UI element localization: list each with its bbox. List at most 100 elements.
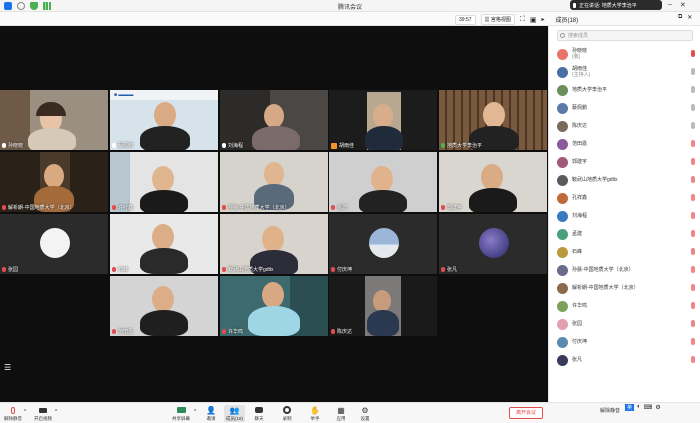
tray-icon[interactable]: ⌨ (644, 404, 653, 411)
mic-muted-icon[interactable] (691, 194, 695, 201)
chat-icon (255, 407, 263, 413)
mic-icon (441, 143, 445, 148)
share-screen-button[interactable]: 共享屏幕 (172, 405, 190, 422)
video-tile[interactable]: 刘海程 (220, 90, 328, 150)
participant-row[interactable]: 孔祥鑫 (549, 189, 700, 207)
video-tile[interactable]: ■ ▬▬▬ 蔡佩鹏 (110, 90, 218, 150)
chat-button[interactable]: 聊天 (254, 405, 264, 422)
record-button[interactable]: 录制 (282, 405, 292, 422)
tray-icon[interactable]: ⚙ (655, 404, 660, 411)
participant-row[interactable]: 石峰 (549, 243, 700, 261)
mic-muted-icon[interactable] (691, 284, 695, 291)
panel-close-icon[interactable]: ✕ (687, 14, 692, 21)
invite-icon: 👤 (206, 405, 216, 415)
mic-muted-icon[interactable] (691, 176, 695, 183)
mic-icon[interactable] (691, 104, 695, 111)
chevron-up-icon[interactable]: ^ (24, 409, 26, 415)
video-tile[interactable]: 解析朗-中国地质大学（北京） (0, 152, 108, 212)
mic-muted-icon (112, 329, 116, 334)
mic-icon[interactable] (691, 68, 695, 75)
mic-muted-icon[interactable] (691, 266, 695, 273)
mic-muted-icon[interactable] (691, 212, 695, 219)
participant-row[interactable]: 胡雨佳 (主持人) (549, 63, 700, 81)
invite-button[interactable]: 👤 邀请 (206, 405, 216, 422)
avatar (557, 66, 568, 78)
mic-muted-icon[interactable] (691, 356, 695, 363)
participant-row[interactable]: 许华鸣 (549, 297, 700, 315)
fullscreen-icon[interactable]: ⛶ (520, 16, 525, 24)
avatar (40, 228, 70, 258)
search-icon (560, 33, 565, 38)
search-input[interactable]: 搜索成员 (557, 30, 693, 41)
video-tile[interactable]: 孟建 (329, 152, 437, 212)
mic-muted-icon[interactable] (691, 248, 695, 255)
participant-row[interactable]: 孙晓晓 (我) (549, 45, 700, 63)
members-button[interactable]: 👥 成员(18) (224, 405, 246, 422)
participant-row[interactable]: 孙晨-中国地质大学（北京） (549, 261, 700, 279)
mic-muted-icon (2, 205, 6, 210)
tray-icon[interactable]: ◐ (637, 404, 641, 411)
participant-row[interactable]: 范田嘉 (549, 135, 700, 153)
mic-muted-icon[interactable] (691, 140, 695, 147)
participant-row[interactable]: 孟建 (549, 225, 700, 243)
raise-hand-button[interactable]: ✋ 举手 (310, 405, 320, 422)
video-tile[interactable]: 张凡 (439, 214, 547, 274)
participant-row[interactable]: 张凡 (549, 351, 700, 369)
mic-icon[interactable] (691, 86, 695, 93)
mic-muted-icon[interactable] (691, 302, 695, 309)
participant-row[interactable]: 付庆坤 (549, 333, 700, 351)
chevron-up-icon[interactable]: ^ (194, 409, 196, 415)
list-icon[interactable]: ☰ (4, 363, 11, 372)
mic-icon[interactable] (691, 50, 695, 57)
video-tile[interactable]: 许华鸣 (220, 276, 328, 336)
members-icon: 👥 (229, 405, 240, 415)
participant-row[interactable]: 刘海程 (549, 207, 700, 225)
meeting-timer: 39:57 (455, 14, 476, 25)
participant-row[interactable]: 蔡佩鹏 (549, 99, 700, 117)
video-tile[interactable]: 范田嘉 (110, 276, 218, 336)
video-tile[interactable]: 孙晓晓 (0, 90, 108, 150)
start-video-button[interactable]: 开启视频 (34, 405, 52, 422)
video-tile[interactable]: 孙晨-中国地质大学（北京） (220, 152, 328, 212)
video-tile[interactable]: 地质大学李治平 (439, 90, 547, 150)
video-tile[interactable]: 郭建宇 (439, 152, 547, 212)
participant-row[interactable]: 解析朗-中国地质大学（北京） (549, 279, 700, 297)
video-tile[interactable]: 许叶鑫 (110, 152, 218, 212)
mic-muted-icon[interactable] (691, 338, 695, 345)
video-tile[interactable]: 鞍武山地质大学gdtlx (220, 214, 328, 274)
avatar (479, 228, 509, 258)
collapse-icon[interactable]: ▸ (541, 16, 544, 23)
participant-row[interactable]: 地质大学李治平 (549, 81, 700, 99)
ime-icon[interactable]: 英 (625, 404, 635, 411)
participant-row[interactable]: 鞍武山地质大学gdtlx (549, 171, 700, 189)
settings-button[interactable]: ⚙ 设置 (360, 405, 370, 422)
video-tile[interactable]: 陈庆达 (329, 276, 437, 336)
avatar (557, 156, 568, 168)
view-switch-button[interactable]: ▦ 宫格视图 (480, 14, 515, 25)
speaking-text: 正在讲话: 地质大学李治平 (579, 2, 637, 9)
participant-row[interactable]: 郭建宇 (549, 153, 700, 171)
mic-muted-icon (331, 329, 335, 334)
apps-button[interactable]: ▦ 应用 (336, 405, 346, 422)
video-tile[interactable]: 付庆坤 (329, 214, 437, 274)
mic-muted-icon[interactable] (691, 320, 695, 327)
participant-row[interactable]: 陈庆达 (549, 117, 700, 135)
leave-meeting-button[interactable]: 离开会议 (509, 407, 543, 419)
video-tile[interactable]: 张园 (0, 214, 108, 274)
participant-name: 地质大学李治平 (572, 87, 608, 93)
close-icon[interactable]: ✕ (680, 1, 686, 9)
video-tile[interactable]: 石峰 (110, 214, 218, 274)
minimize-icon[interactable]: – (668, 1, 672, 9)
mic-muted-icon[interactable] (691, 158, 695, 165)
chevron-up-icon[interactable]: ^ (55, 409, 57, 415)
mute-all-button[interactable]: 解除静音 (600, 407, 620, 414)
video-tile[interactable]: 胡雨佳 (329, 90, 437, 150)
popout-icon[interactable]: ⧉ (678, 14, 682, 21)
participant-row[interactable]: 张园 (549, 315, 700, 333)
mic-icon[interactable] (691, 122, 695, 129)
avatar (557, 138, 568, 150)
unmute-label: 解除静音 (4, 416, 22, 421)
window-icon[interactable]: ▣ (530, 16, 537, 24)
unmute-button[interactable]: 解除静音 (4, 405, 22, 422)
mic-muted-icon[interactable] (691, 230, 695, 237)
